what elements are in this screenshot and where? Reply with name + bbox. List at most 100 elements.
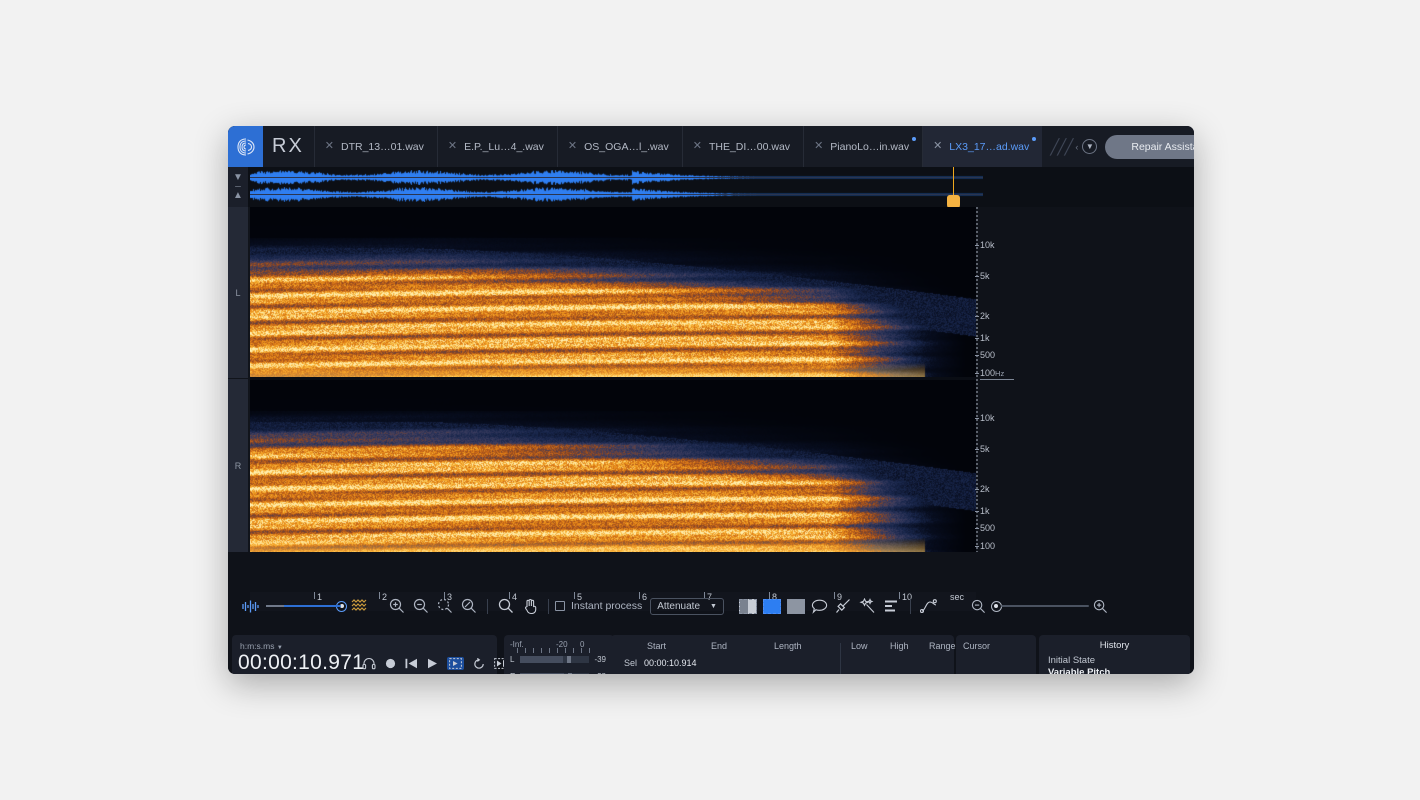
tab-label: PianoLo…in.wav [830,141,909,153]
horizontal-zoom-in-icon[interactable] [1089,594,1113,618]
tab-label: E.P._Lu…4_.wav [464,141,544,153]
timecode-display: 00:00:10.971 [238,651,364,674]
horizontal-zoom-out-icon[interactable] [967,594,991,618]
frequency-axis-r: 10k 5k 2k 1k 500 100 [980,380,1024,552]
play-icon[interactable] [427,658,438,669]
magnify-tool-icon[interactable] [494,594,518,618]
column-header-low: Low [851,641,868,651]
meter-value: -39 [592,655,606,664]
meter-channel-label: R [510,672,517,674]
collapse-expand-icon[interactable]: ▼─▲ [228,167,248,207]
freq-tick: 100 [980,541,995,551]
lasso-selection-tool-icon[interactable] [808,594,832,618]
zoom-out-icon[interactable] [409,594,433,618]
titlebar: RX ✕ DTR_13…01.wav ✕ E.P._Lu…4_.wav ✕ OS… [228,126,1194,167]
freq-tick: 500 [980,350,995,360]
tab-overflow-icon: ╱╱╱ [1050,138,1071,156]
time-selection-tool-icon[interactable] [736,594,760,618]
column-header-high: High [890,641,909,651]
overview-channel-r [250,187,983,202]
column-header-end: End [711,641,727,651]
channel-label-l: L [228,207,248,379]
close-icon[interactable]: ✕ [933,141,942,152]
freq-tick: 500 [980,523,995,533]
meter-bar [520,673,589,674]
instant-process-checkbox[interactable] [555,601,565,611]
spectrogram-channel-l[interactable] [250,207,976,377]
close-icon[interactable]: ✕ [448,141,457,152]
unsaved-indicator [912,137,916,141]
timecode-format-value: h:m:s.ms [240,641,274,651]
tab-1[interactable]: ✕ E.P._Lu…4_.wav [437,126,557,167]
cursor-label: Cursor [963,641,990,651]
repair-assistant-button[interactable]: Repair Assistant [1105,135,1194,159]
freq-tick: 5k [980,271,990,281]
brush-selection-tool-icon[interactable] [832,594,856,618]
freq-tick: 5k [980,444,990,454]
row-label-sel: Sel [624,658,637,668]
spectrogram-toolbar: Instant process Attenuate ▼ [228,592,1194,620]
meter-ticks [517,648,597,653]
meter-row-r: R -38 [510,672,606,674]
history-item-current[interactable]: Variable Pitch [1048,667,1110,674]
sel-start-value[interactable]: 00:00:10.914 [644,658,697,668]
magic-wand-selection-tool-icon[interactable] [856,594,880,618]
timecode-format-select[interactable]: h:m:s.ms ▼ [240,641,283,651]
freq-tick: 10k [980,240,995,250]
zoom-to-selection-icon[interactable] [433,594,457,618]
waveform-amplitude-icon[interactable] [238,594,262,618]
meter-value: -38 [592,672,606,674]
record-icon[interactable] [385,658,396,669]
chevron-down-circle-icon[interactable]: ▼ [1082,139,1097,154]
process-mode-select[interactable]: Attenuate ▼ [650,598,724,615]
tab-label: LX3_17…ad.wav [949,141,1029,153]
bottom-bar: h:m:s.ms ▼ 00:00:10.971 [228,633,1194,674]
rectangle-selection-tool-icon[interactable] [784,594,808,618]
tab-4[interactable]: ✕ PianoLo…in.wav [803,126,922,167]
pen-tool-icon[interactable] [917,594,941,618]
izotope-rx-logo-icon[interactable] [228,126,263,167]
waveform-overview[interactable]: ▼─▲ [228,167,1194,207]
zoom-reset-icon[interactable] [457,594,481,618]
freq-tick: 100Hz [980,368,1004,378]
horizontal-zoom-slider[interactable] [1001,605,1089,607]
harmonic-selection-tool-icon[interactable] [880,594,904,618]
meter-row-l: L -39 [510,655,606,664]
play-selection-icon[interactable] [447,657,464,670]
tab-5-active[interactable]: ✕ LX3_17…ad.wav [922,126,1042,167]
freq-tick: 1k [980,506,990,516]
close-icon[interactable]: ✕ [568,141,577,152]
meter-channel-label: L [510,655,517,664]
unsaved-indicator [1032,137,1036,141]
spectrogram-view[interactable]: L R 10k 5k 2k 1k 500 100Hz [228,207,1194,552]
overview-waveform-canvas[interactable] [250,169,983,205]
tab-overflow-group[interactable]: ╱╱╱ ‹ ▼ [1042,138,1105,156]
amplitude-slider[interactable] [266,605,341,607]
instant-process-label: Instant process [571,600,642,612]
skip-to-start-icon[interactable] [405,658,418,669]
tab-3[interactable]: ✕ THE_DI…00.wav [682,126,803,167]
tab-2[interactable]: ✕ OS_OGA…l_.wav [557,126,682,167]
selection-info-panel: Start End Length Sel 00:00:10.914 View 0… [611,635,954,674]
playhead-marker-icon[interactable] [953,167,954,207]
close-icon[interactable]: ✕ [693,141,702,152]
spectrogram-intensity-icon[interactable] [347,594,371,618]
tab-0[interactable]: ✕ DTR_13…01.wav [314,126,437,167]
tab-label: DTR_13…01.wav [341,141,424,153]
close-icon[interactable]: ✕ [325,141,334,152]
loop-icon[interactable] [473,658,485,670]
freq-tick: 2k [980,311,990,321]
frequency-selection-tool-icon[interactable] [760,594,784,618]
spectrogram-channel-r[interactable] [250,380,976,552]
zoom-in-icon[interactable] [385,594,409,618]
cursor-panel: Cursor [956,635,1036,674]
close-icon[interactable]: ✕ [814,141,823,152]
history-item[interactable]: Initial State [1048,655,1095,666]
transport-panel: h:m:s.ms ▼ 00:00:10.971 [232,635,497,674]
freq-tick: 2k [980,484,990,494]
overflow-count: ‹ [1075,142,1078,152]
monitor-headphones-icon[interactable] [362,657,376,670]
hand-tool-icon[interactable] [518,594,542,618]
freq-tick: 10k [980,413,995,423]
column-header-length: Length [774,641,802,651]
